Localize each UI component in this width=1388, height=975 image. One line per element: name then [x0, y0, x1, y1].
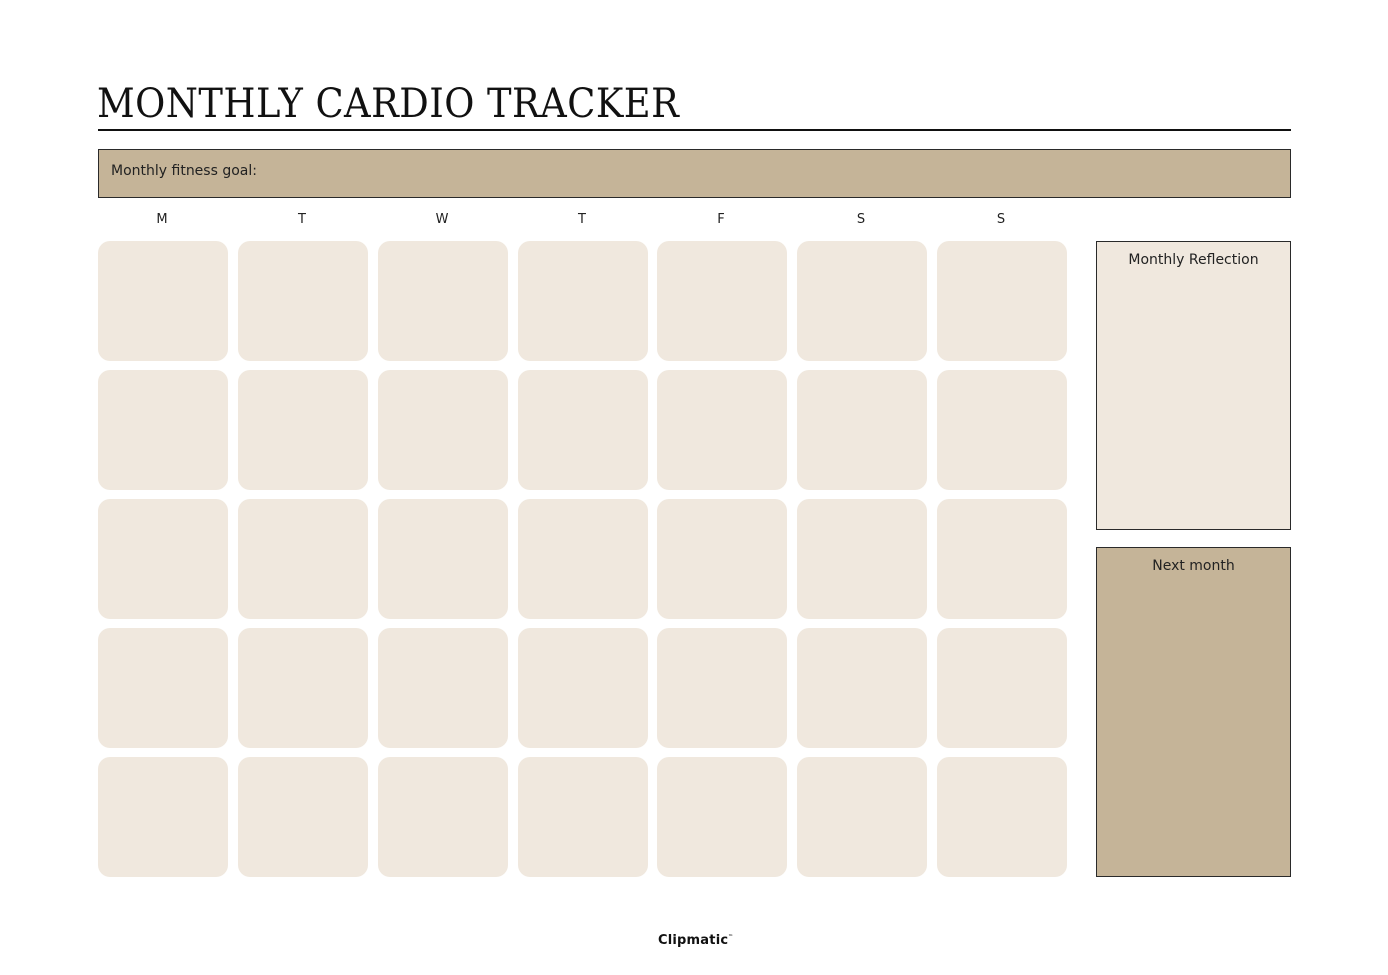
title-divider [98, 129, 1291, 131]
calendar-day-cell[interactable] [238, 370, 368, 490]
weekday-header: S [856, 212, 866, 227]
trademark-symbol: ™ [728, 934, 734, 940]
monthly-goal-label: Monthly fitness goal: [111, 163, 257, 179]
monthly-reflection-title: Monthly Reflection [1128, 252, 1259, 268]
calendar-day-cell[interactable] [98, 499, 228, 619]
weekday-header: S [996, 212, 1006, 227]
calendar-day-cell[interactable] [98, 370, 228, 490]
brand-logo: Clipmatic™ [658, 933, 733, 948]
calendar-day-cell[interactable] [98, 628, 228, 748]
calendar-day-cell[interactable] [797, 241, 927, 361]
next-month-title: Next month [1152, 558, 1235, 574]
calendar-day-cell[interactable] [98, 757, 228, 877]
calendar-day-cell[interactable] [657, 628, 787, 748]
calendar-day-cell[interactable] [518, 499, 648, 619]
calendar-day-cell[interactable] [378, 757, 508, 877]
calendar-day-cell[interactable] [797, 499, 927, 619]
calendar-day-cell[interactable] [797, 628, 927, 748]
weekday-header: M [156, 212, 168, 227]
calendar-day-cell[interactable] [378, 241, 508, 361]
calendar-day-cell[interactable] [378, 370, 508, 490]
calendar-day-cell[interactable] [378, 499, 508, 619]
calendar-day-cell[interactable] [238, 757, 368, 877]
weekday-header: T [578, 212, 586, 227]
calendar-day-cell[interactable] [98, 241, 228, 361]
weekday-header: W [435, 212, 449, 227]
calendar-day-cell[interactable] [238, 628, 368, 748]
calendar-day-cell[interactable] [238, 241, 368, 361]
calendar-day-cell[interactable] [518, 370, 648, 490]
calendar-day-cell[interactable] [937, 757, 1067, 877]
brand-logo-text: Clipmatic [658, 933, 729, 948]
calendar-day-cell[interactable] [518, 757, 648, 877]
monthly-goal-field[interactable]: Monthly fitness goal: [98, 149, 1291, 198]
monthly-reflection-panel[interactable]: Monthly Reflection [1096, 241, 1291, 530]
calendar-day-cell[interactable] [937, 370, 1067, 490]
calendar-day-cell[interactable] [797, 370, 927, 490]
calendar-day-cell[interactable] [797, 757, 927, 877]
calendar-day-cell[interactable] [937, 628, 1067, 748]
calendar-day-cell[interactable] [657, 499, 787, 619]
calendar-day-cell[interactable] [937, 499, 1067, 619]
page-title: MONTHLY CARDIO TRACKER [97, 81, 680, 127]
calendar-day-cell[interactable] [657, 757, 787, 877]
weekday-header: F [717, 212, 725, 227]
weekday-header: T [298, 212, 306, 227]
calendar-day-cell[interactable] [518, 628, 648, 748]
calendar-day-cell[interactable] [937, 241, 1067, 361]
calendar-day-cell[interactable] [657, 241, 787, 361]
calendar-day-cell[interactable] [518, 241, 648, 361]
calendar-day-cell[interactable] [378, 628, 508, 748]
calendar-day-cell[interactable] [238, 499, 368, 619]
next-month-panel[interactable]: Next month [1096, 547, 1291, 877]
calendar-day-cell[interactable] [657, 370, 787, 490]
